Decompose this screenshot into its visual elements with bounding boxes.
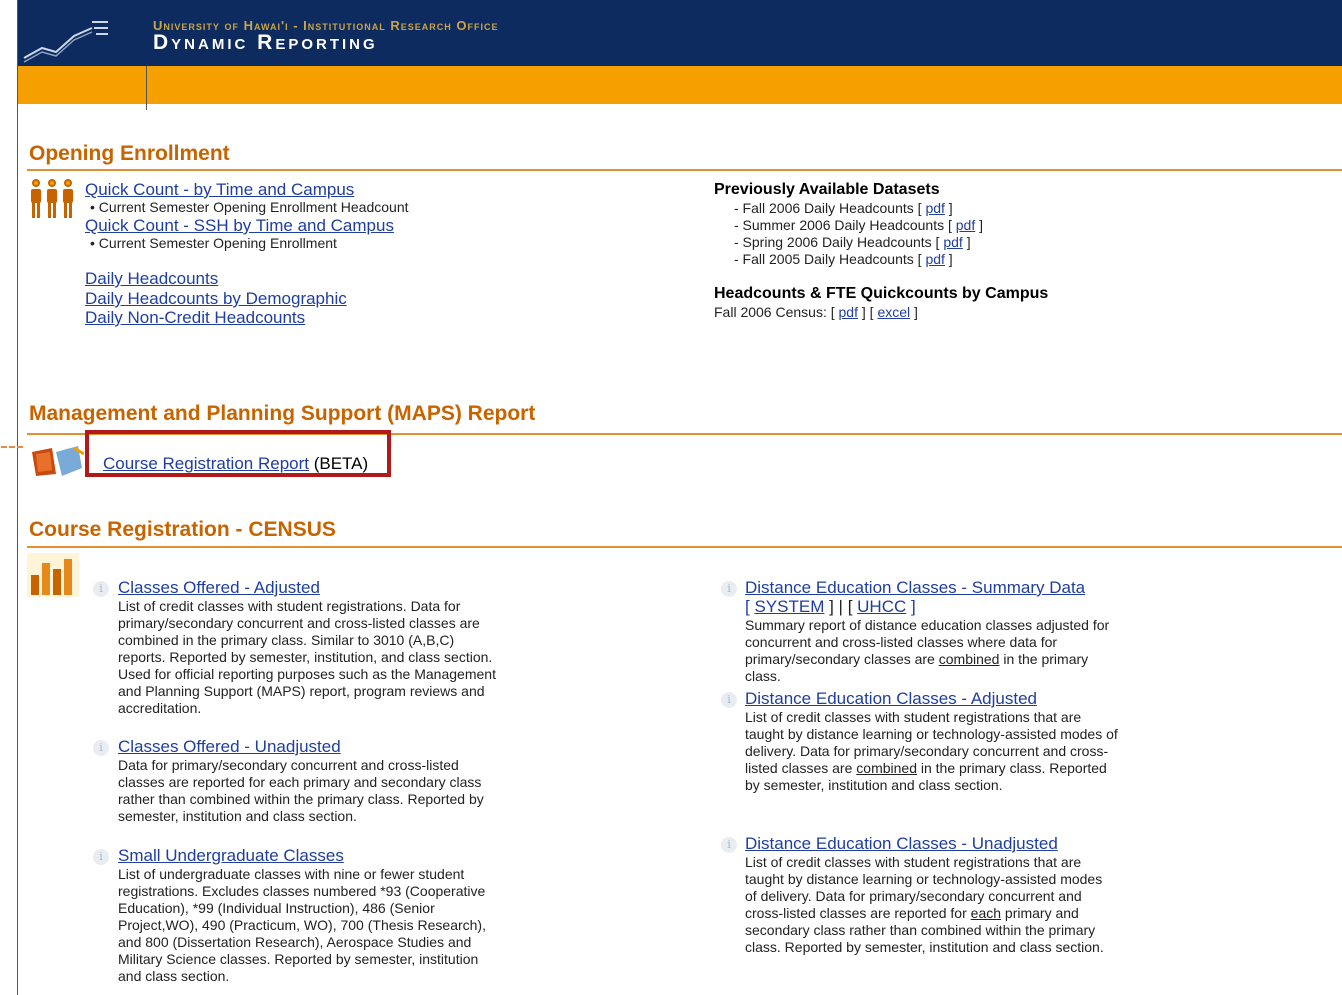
- description-emphasis: each: [970, 905, 1002, 921]
- header-banner: University of Hawai'i - Institutional Re…: [18, 0, 1342, 66]
- info-icon[interactable]: i: [93, 581, 109, 597]
- pdf-link[interactable]: pdf: [925, 200, 944, 216]
- bracket: ]: [979, 217, 984, 233]
- classes-offered-unadjusted-description: Data for primary/secondary concurrent an…: [118, 757, 484, 824]
- course-registration-report-row: Course Registration Report (BETA): [103, 454, 368, 474]
- dataset-label: - Fall 2006 Daily Headcounts [: [734, 200, 922, 216]
- previous-dataset-item: - Fall 2006 Daily Headcounts [ pdf ]: [734, 200, 953, 216]
- de-unadjusted-link[interactable]: Distance Education Classes - Unadjusted: [745, 834, 1058, 854]
- bar-chart-icon: [27, 553, 79, 597]
- small-undergraduate-classes-description: List of undergraduate classes with nine …: [118, 866, 486, 984]
- bracket: ]: [948, 251, 953, 267]
- pdf-link[interactable]: pdf: [956, 217, 975, 233]
- maps-report-icon: [32, 446, 84, 476]
- quick-count-description: • Current Semester Opening Enrollment He…: [90, 199, 409, 215]
- info-icon[interactable]: i: [721, 692, 737, 708]
- description-emphasis: combined: [938, 651, 1000, 667]
- previous-datasets-heading: Previously Available Datasets: [714, 181, 940, 198]
- section-title-opening-enrollment: Opening Enrollment: [29, 142, 230, 165]
- quick-count-ssh-link[interactable]: Quick Count - SSH by Time and Campus: [85, 216, 394, 236]
- description-emphasis: combined: [856, 760, 917, 776]
- page: University of Hawai'i - Institutional Re…: [1, 0, 1342, 995]
- course-registration-report-link[interactable]: Course Registration Report: [103, 454, 309, 473]
- people-icon: [31, 179, 73, 218]
- section-title-maps: Management and Planning Support (MAPS) R…: [29, 402, 536, 425]
- bracket: ]: [911, 597, 916, 616]
- dataset-label: - Fall 2005 Daily Headcounts [: [734, 251, 922, 267]
- section-divider: [27, 546, 1342, 548]
- nav-divider: [146, 66, 147, 110]
- chart-logo-icon: [23, 21, 108, 63]
- classes-offered-unadjusted-link[interactable]: Classes Offered - Unadjusted: [118, 737, 341, 757]
- census-excel-link[interactable]: excel: [877, 304, 910, 320]
- census-label: Fall 2006 Census: [: [714, 304, 835, 320]
- bracket: ]: [966, 234, 971, 250]
- daily-headcounts-demographic-link[interactable]: Daily Headcounts by Demographic: [85, 289, 347, 309]
- fte-quickcounts-heading: Headcounts & FTE Quickcounts by Campus: [714, 285, 1049, 302]
- info-icon[interactable]: i: [93, 849, 109, 865]
- dataset-label: - Spring 2006 Daily Headcounts [: [734, 234, 940, 250]
- dataset-label: - Summer 2006 Daily Headcounts [: [734, 217, 952, 233]
- info-icon[interactable]: i: [721, 581, 737, 597]
- nav-bar: [18, 66, 1342, 104]
- pdf-link[interactable]: pdf: [943, 234, 962, 250]
- daily-headcounts-link[interactable]: Daily Headcounts: [85, 269, 218, 289]
- de-summary-description: Summary report of distance education cla…: [745, 617, 1117, 685]
- quick-count-time-campus-link[interactable]: Quick Count - by Time and Campus: [85, 180, 354, 200]
- classes-offered-adjusted-link[interactable]: Classes Offered - Adjusted: [118, 578, 320, 598]
- info-icon[interactable]: i: [721, 837, 737, 853]
- callout-arrow: [1, 446, 23, 448]
- bracket: [: [745, 597, 750, 616]
- pdf-link[interactable]: pdf: [925, 251, 944, 267]
- previous-dataset-item: - Spring 2006 Daily Headcounts [ pdf ]: [734, 234, 971, 250]
- daily-noncredit-headcounts-link[interactable]: Daily Non-Credit Headcounts: [85, 308, 305, 328]
- classes-offered-adjusted-description: List of credit classes with student regi…: [118, 598, 496, 716]
- system-link[interactable]: SYSTEM: [754, 597, 824, 616]
- de-summary-data-link[interactable]: Distance Education Classes - Summary Dat…: [745, 578, 1085, 598]
- bracket: ] | [: [829, 597, 853, 616]
- fte-census-row: Fall 2006 Census: [ pdf ] [ excel ]: [714, 304, 918, 320]
- uhcc-link[interactable]: UHCC: [857, 597, 906, 616]
- de-unadjusted-description: List of credit classes with student regi…: [745, 854, 1115, 956]
- info-icon[interactable]: i: [93, 740, 109, 756]
- previous-dataset-item: - Summer 2006 Daily Headcounts [ pdf ]: [734, 217, 983, 233]
- de-adjusted-description: List of credit classes with student regi…: [745, 709, 1120, 794]
- de-summary-system-row: [ SYSTEM ] | [ UHCC ]: [745, 597, 916, 617]
- de-adjusted-link[interactable]: Distance Education Classes - Adjusted: [745, 689, 1037, 709]
- census-pdf-link[interactable]: pdf: [839, 304, 858, 320]
- bracket: ]: [914, 304, 918, 320]
- header-title: Dynamic Reporting: [153, 31, 378, 54]
- previous-dataset-item: - Fall 2005 Daily Headcounts [ pdf ]: [734, 251, 953, 267]
- bracket: ] [: [861, 304, 874, 320]
- section-title-census: Course Registration - CENSUS: [29, 518, 336, 541]
- beta-label: (BETA): [313, 454, 369, 473]
- quick-count-ssh-description: • Current Semester Opening Enrollment: [90, 235, 337, 251]
- small-undergraduate-classes-link[interactable]: Small Undergraduate Classes: [118, 846, 344, 866]
- bracket: ]: [948, 200, 953, 216]
- section-divider: [27, 169, 1342, 171]
